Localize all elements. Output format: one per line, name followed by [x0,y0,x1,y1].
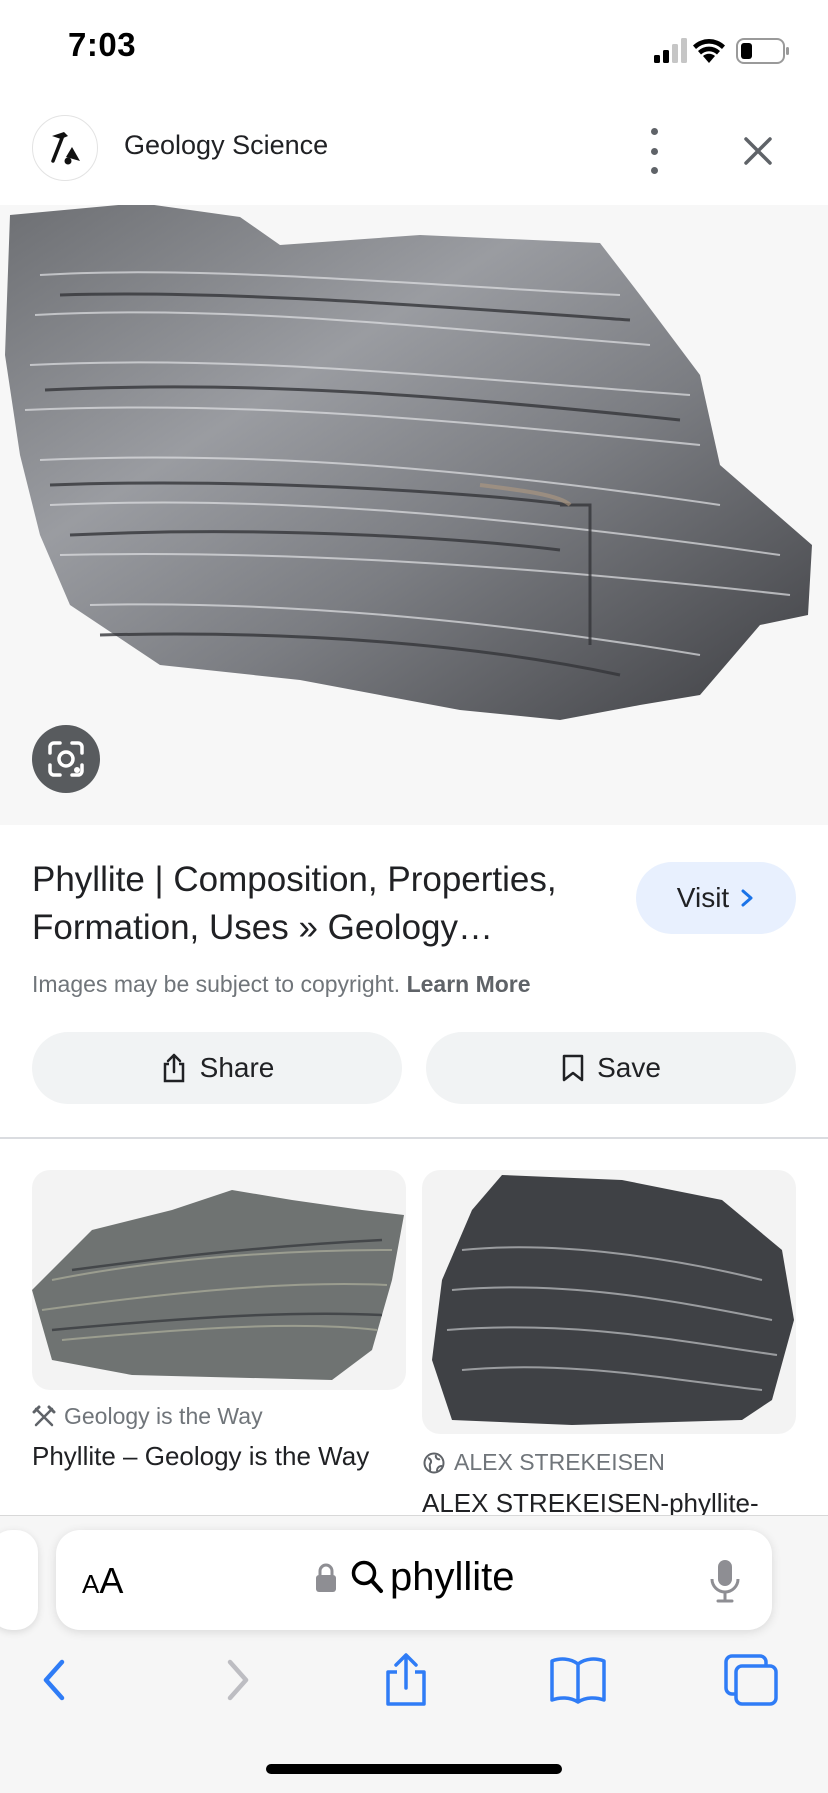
related-image-1[interactable] [32,1170,406,1390]
safari-share-button[interactable] [376,1652,436,1708]
share-button[interactable]: Share [32,1032,402,1104]
previous-tab-peek[interactable] [0,1530,38,1630]
close-icon [744,137,772,165]
copyright-notice: Images may be subject to copyright. Lear… [32,971,531,998]
close-button[interactable] [738,131,778,171]
site-name[interactable]: Geology Science [124,130,328,161]
text-size-large-a: A [99,1560,124,1601]
open-book-icon [550,1657,606,1704]
search-icon [351,1560,383,1593]
section-divider [0,1137,828,1139]
lock-icon [316,1563,336,1592]
google-lens-icon [48,741,84,777]
main-result-image[interactable] [0,205,828,825]
chevron-right-icon [741,889,753,907]
home-indicator[interactable] [266,1764,562,1774]
text-size-button[interactable]: AA [82,1560,123,1602]
microphone-icon[interactable] [708,1557,742,1605]
status-time: 7:03 [68,26,137,63]
share-arrow-icon [394,1653,418,1690]
bookmark-icon [562,1054,584,1082]
cellular-signal-icon [654,38,687,63]
result-title[interactable]: Phyllite | Composition, Properties, Form… [32,856,622,952]
more-vert-icon [650,128,658,135]
hammer-pick-icon [32,1405,56,1426]
related-source-2[interactable]: ALEX STREKEISEN [422,1449,665,1476]
related-source-1[interactable]: Geology is the Way [32,1403,263,1430]
visit-label: Visit [676,882,730,913]
address-text[interactable]: phyllite [390,1555,515,1600]
related-title-1[interactable]: Phyllite – Geology is the Way [32,1441,372,1472]
related-source-2-name: ALEX STREKEISEN [454,1449,665,1475]
battery-low-icon [736,38,789,64]
save-button[interactable]: Save [426,1032,796,1104]
copyright-text: Images may be subject to copyright. [32,971,401,997]
back-button[interactable] [26,1652,86,1708]
share-icon [163,1053,184,1083]
save-label: Save [597,1052,661,1083]
google-lens-button[interactable] [32,725,100,793]
tabs-button[interactable] [722,1652,782,1708]
text-size-small-a: A [82,1569,100,1599]
globe-icon [423,1452,445,1473]
bookmarks-button[interactable] [548,1652,608,1708]
share-label: Share [199,1052,275,1083]
wifi-icon [693,39,725,63]
status-icons [654,38,789,64]
forward-button[interactable] [206,1652,266,1708]
related-image-2[interactable] [422,1170,796,1434]
related-source-1-name: Geology is the Way [64,1403,263,1429]
visit-button[interactable]: Visit [636,862,796,934]
chevron-left-icon [43,1659,65,1701]
learn-more-link[interactable]: Learn More [407,971,531,997]
site-logo[interactable] [32,115,98,181]
tabs-icon [734,1664,778,1706]
more-options-button[interactable] [636,128,672,174]
rock-hammer-logo-icon [51,132,80,165]
chevron-right-icon [227,1659,249,1701]
